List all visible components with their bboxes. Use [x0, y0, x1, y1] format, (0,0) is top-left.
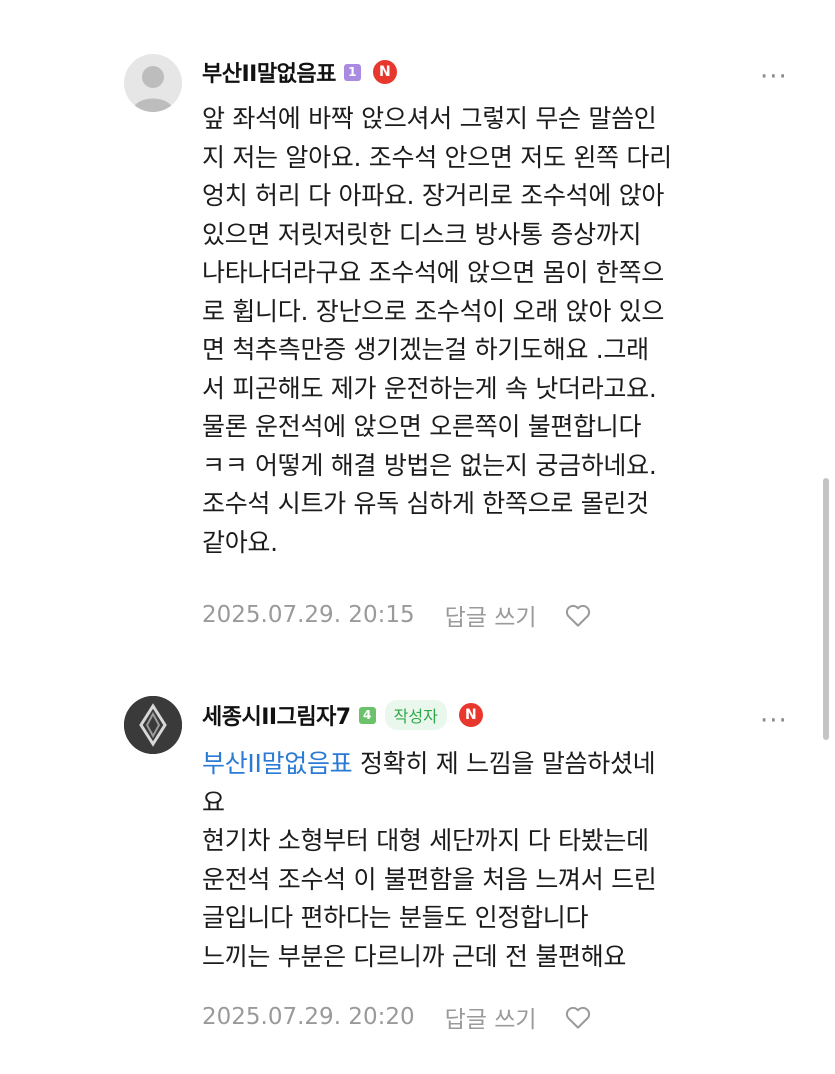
new-badge: N — [372, 60, 397, 84]
mention-link[interactable]: 부산II말없음표 — [202, 749, 353, 778]
more-icon[interactable]: ··· — [760, 708, 788, 734]
default-avatar-icon[interactable] — [124, 54, 182, 112]
reply-button[interactable]: 답글 쓰기 — [445, 598, 537, 632]
comment-text-body: 정확히 제 느낌을 말씀하셨네 요 현기차 소형부터 대형 세단까지 다 타봤는… — [202, 749, 657, 971]
comment-text: 앞 좌석에 바짝 앉으셔서 그렇지 무슨 말씀인 지 저는 알아요. 조수석 안… — [202, 104, 672, 557]
new-badge: N — [458, 703, 483, 727]
heart-icon[interactable] — [563, 600, 593, 630]
level-badge: 1 — [343, 63, 361, 81]
emblem-avatar-icon[interactable] — [124, 696, 182, 754]
nickname[interactable]: 부산II말없음표 — [202, 56, 336, 88]
comment-meta: 2025.07.29. 20:20 답글 쓰기 — [202, 1000, 593, 1034]
level-badge: 4 — [358, 706, 376, 724]
more-icon[interactable]: ··· — [760, 64, 788, 90]
scrollbar[interactable] — [823, 478, 829, 740]
timestamp: 2025.07.29. 20:20 — [202, 1004, 415, 1030]
nickname[interactable]: 세종시II그림자7 — [202, 699, 351, 731]
comment-header: 부산II말없음표 1 N — [202, 57, 397, 87]
heart-icon[interactable] — [563, 1002, 593, 1032]
comment-header: 세종시II그림자7 4 작성자 N — [202, 700, 483, 730]
comment-meta: 2025.07.29. 20:15 답글 쓰기 — [202, 598, 593, 632]
author-badge: 작성자 — [384, 700, 447, 730]
reply-button[interactable]: 답글 쓰기 — [445, 1000, 537, 1034]
comment-text: 부산II말없음표 정확히 제 느낌을 말씀하셨네 요 현기차 소형부터 대형 세… — [202, 745, 802, 976]
timestamp: 2025.07.29. 20:15 — [202, 602, 415, 628]
